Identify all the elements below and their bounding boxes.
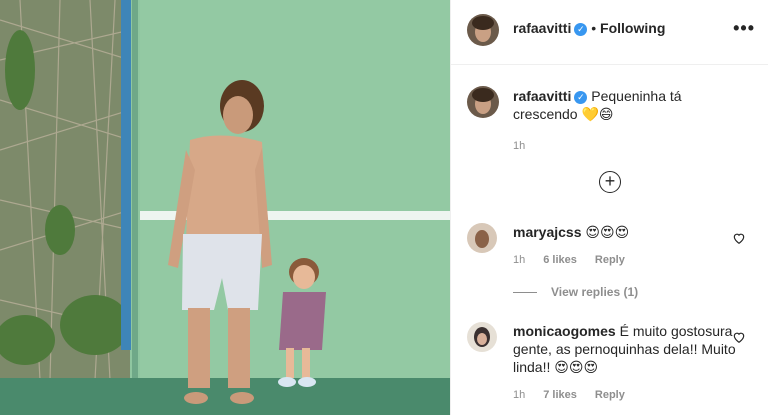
author-avatar[interactable] (467, 14, 499, 46)
comment-reply-button[interactable]: Reply (595, 389, 625, 401)
caption-avatar-image (467, 86, 499, 118)
caption-timestamp[interactable]: 1h (513, 137, 749, 155)
comment-likes[interactable]: 7 likes (543, 389, 577, 401)
comment-reply-button[interactable]: Reply (595, 254, 625, 266)
post-header: rafaavitti ✓ • Following ••• (451, 0, 768, 65)
author-avatar-image (467, 14, 499, 46)
comment-username[interactable]: monicaogomes (513, 323, 616, 339)
comment-item: monicaogomes É muito gostosura gente, as… (513, 322, 739, 404)
comment-username[interactable]: maryajcss (513, 224, 582, 240)
comment-avatar[interactable] (467, 223, 497, 253)
more-options-icon[interactable]: ••• (733, 18, 755, 39)
post-caption: rafaavitti ✓ Pequeninha tá crescendo 💛😄 1… (513, 87, 749, 155)
comment-meta: 1h 6 likes Reply (513, 251, 739, 269)
post-details-panel: rafaavitti ✓ • Following ••• rafaavitti ✓ … (450, 0, 768, 415)
following-button[interactable]: Following (600, 20, 665, 36)
comment-meta: 1h 7 likes Reply (513, 386, 739, 404)
caption-author-username[interactable]: rafaavitti (513, 88, 571, 104)
comment-text: 😍😍😍 (585, 224, 630, 240)
post-photo[interactable] (0, 0, 450, 415)
comment-avatar-image (467, 322, 497, 352)
comment-item: maryajcss 😍😍😍 1h 6 likes Reply (513, 223, 739, 269)
comment-likes[interactable]: 6 likes (543, 254, 577, 266)
caption-author-avatar[interactable] (467, 86, 499, 118)
comment-avatar-image (467, 223, 497, 253)
like-comment-heart-icon[interactable] (732, 330, 746, 344)
comment-time[interactable]: 1h (513, 389, 525, 401)
caption-verified-badge-icon: ✓ (574, 91, 588, 104)
header-author-line: rafaavitti ✓ • Following (513, 20, 665, 36)
photo-illustration (0, 0, 450, 415)
author-username[interactable]: rafaavitti (513, 20, 571, 36)
like-comment-heart-icon[interactable] (732, 231, 746, 245)
separator-dot: • (591, 20, 601, 36)
comment-avatar[interactable] (467, 322, 497, 352)
load-more-comments-icon[interactable]: + (599, 171, 621, 193)
view-replies-label: View replies (1) (551, 285, 639, 299)
view-replies-button[interactable]: View replies (1) (513, 285, 638, 299)
replies-divider-line (513, 292, 537, 294)
comment-time[interactable]: 1h (513, 254, 525, 266)
verified-badge-icon: ✓ (574, 23, 588, 36)
